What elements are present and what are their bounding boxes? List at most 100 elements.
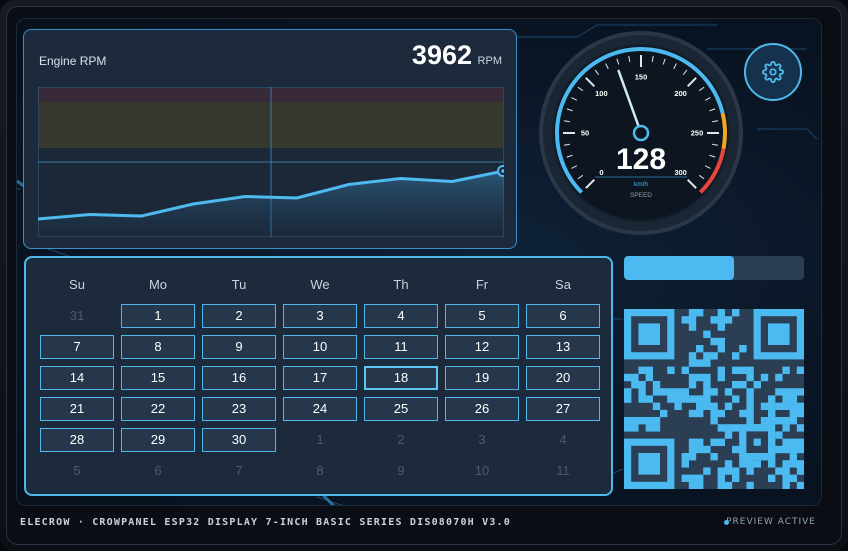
qr-module [703,467,711,475]
qr-module [782,445,790,454]
qr-module [703,373,711,382]
qr-module [688,323,697,331]
calendar-day[interactable]: 19 [445,366,519,390]
qr-module [782,395,790,403]
calendar-day[interactable]: 23 [202,397,276,421]
qr-module [746,373,754,382]
qr-module [674,402,682,410]
weekday-header: Mo [148,277,168,292]
qr-module [688,352,697,360]
qr-module [775,402,783,410]
qr-module [638,388,646,396]
rpm-line-chart [38,87,504,237]
qr-module [703,352,711,360]
qr-module [631,424,639,432]
qr-module [696,395,704,403]
calendar-day[interactable]: 14 [40,366,114,390]
qr-module [789,395,797,403]
calendar-day[interactable]: 11 [364,335,438,359]
qr-module [624,373,632,382]
qr-module [796,402,804,410]
qr-module [652,388,661,396]
calendar-day[interactable]: 15 [121,366,195,390]
display-screen: Engine RPM 3962 RPM 0 50 100 150 200 250 300 1… [16,18,822,506]
weekday-header: Fr [475,277,489,292]
qr-module [703,330,711,338]
qr-module [624,417,632,425]
qr-module [732,352,740,360]
qr-module [717,323,725,331]
settings-button[interactable] [744,43,802,101]
calendar-day-today[interactable]: 18 [364,366,438,390]
qr-module [638,395,646,403]
calendar-day[interactable]: 2 [202,304,276,328]
gauge-tick-label: 250 [691,129,704,138]
qr-module [674,395,682,403]
calendar-day-outside-month: 10 [474,463,490,478]
calendar-day[interactable]: 9 [202,335,276,359]
calendar-day[interactable]: 28 [40,428,114,452]
qr-module [782,366,790,374]
calendar-day[interactable]: 21 [40,397,114,421]
calendar-day[interactable]: 22 [121,397,195,421]
rpm-title: Engine RPM [39,54,107,68]
calendar-day[interactable]: 16 [202,366,276,390]
calendar-day[interactable]: 30 [202,428,276,452]
qr-module [681,474,689,482]
qr-module [746,460,754,468]
qr-module [789,409,797,418]
calendar-day[interactable]: 13 [526,335,600,359]
calendar-day[interactable]: 24 [283,397,357,421]
calendar-day[interactable]: 20 [526,366,600,390]
calendar-day[interactable]: 10 [283,335,357,359]
calendar-day[interactable]: 3 [283,304,357,328]
qr-module [696,309,704,317]
qr-module [624,395,632,403]
qr-module [681,316,689,324]
qr-module [789,438,797,446]
calendar-day[interactable]: 27 [526,397,600,421]
calendar-day[interactable]: 29 [121,428,195,452]
gauge-tick-label: 0 [599,168,603,177]
qr-module [681,395,689,403]
rpm-unit: RPM [477,55,502,67]
qr-module [710,417,718,425]
qr-module [760,373,769,382]
calendar-day[interactable]: 8 [121,335,195,359]
calendar-day[interactable]: 7 [40,335,114,359]
calendar-day-outside-month: 5 [73,463,81,478]
qr-module [782,388,790,396]
qr-module [753,381,761,389]
calendar-day[interactable]: 17 [283,366,357,390]
qr-module [775,388,783,396]
qr-alignment-center [753,438,761,446]
calendar-day-outside-month: 6 [154,463,162,478]
calendar-day[interactable]: 25 [364,397,438,421]
calendar-day[interactable]: 4 [364,304,438,328]
qr-module [631,417,639,425]
qr-module [710,453,718,461]
calendar-day[interactable]: 26 [445,397,519,421]
qr-module [688,373,697,382]
engine-rpm-card: Engine RPM 3962 RPM [23,29,517,249]
calendar-day[interactable]: 12 [445,335,519,359]
qr-module [739,366,747,374]
qr-module [789,417,797,425]
qr-module [710,402,718,410]
qr-module [696,445,704,454]
qr-module [796,467,804,475]
weekday-header: Th [393,277,409,292]
calendar-day[interactable]: 5 [445,304,519,328]
qr-module [732,366,740,374]
calendar-day[interactable]: 1 [121,304,195,328]
device-model-label: ELECROW · CROWPANEL ESP32 DISPLAY 7-INCH… [20,517,511,528]
calendar-day[interactable]: 6 [526,304,600,328]
qr-module [667,395,675,403]
qr-module [724,481,733,489]
qr-module [768,395,776,403]
qr-module [782,438,790,446]
qr-module [660,409,668,418]
qr-module [789,460,797,468]
qr-module [696,474,704,482]
qr-module [688,309,697,317]
